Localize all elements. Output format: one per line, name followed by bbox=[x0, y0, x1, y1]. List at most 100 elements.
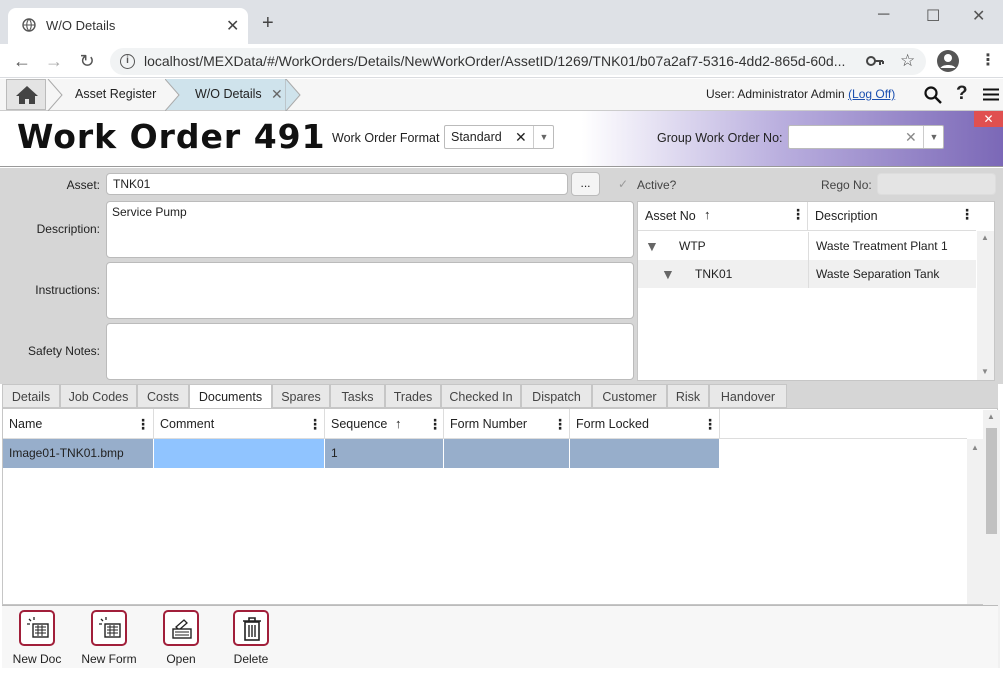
instructions-field[interactable] bbox=[106, 262, 634, 319]
table-row[interactable]: Image01-TNK01.bmp 1 bbox=[3, 439, 720, 468]
column-header-label: Sequence bbox=[331, 417, 388, 431]
cell-form-locked[interactable] bbox=[570, 439, 720, 468]
active-checkbox[interactable]: ✓ bbox=[618, 177, 628, 191]
new-form-button[interactable]: New Form bbox=[79, 610, 139, 666]
tree-scrollbar[interactable]: ▲ ▼ bbox=[977, 231, 994, 380]
browser-menu-icon[interactable]: ⋮ bbox=[980, 50, 996, 70]
search-icon[interactable] bbox=[924, 86, 942, 104]
delete-label: Delete bbox=[233, 652, 269, 666]
column-header-description[interactable]: Description ⋮ bbox=[808, 202, 976, 231]
column-header-form-locked[interactable]: Form Locked ⋮ bbox=[570, 409, 720, 439]
profile-icon[interactable] bbox=[936, 49, 960, 73]
forward-icon[interactable]: → bbox=[43, 50, 65, 72]
browse-asset-button[interactable]: ... bbox=[571, 172, 600, 196]
sort-ascending-icon[interactable]: ↑ bbox=[395, 409, 402, 439]
grid-scrollbar[interactable]: ▲ bbox=[967, 439, 984, 604]
browser-tab-strip: W/O Details ✕ + ─ ☐ ✕ bbox=[0, 0, 1003, 44]
key-icon[interactable] bbox=[866, 54, 884, 68]
column-header-sequence[interactable]: Sequence ↑ ⋮ bbox=[325, 409, 444, 439]
tab-documents[interactable]: Documents bbox=[189, 384, 272, 408]
tab-job-codes[interactable]: Job Codes bbox=[60, 384, 137, 408]
safety-notes-field[interactable] bbox=[106, 323, 634, 380]
tab-dispatch[interactable]: Dispatch bbox=[521, 384, 592, 408]
rego-field[interactable] bbox=[877, 173, 996, 195]
cell-name[interactable]: Image01-TNK01.bmp bbox=[3, 439, 154, 468]
description-field[interactable]: Service Pump bbox=[106, 201, 634, 258]
cell-comment[interactable] bbox=[154, 439, 325, 468]
detail-tabs: Details Job Codes Costs Documents Spares… bbox=[2, 384, 998, 408]
tree-row[interactable]: ▼ WTP Waste Treatment Plant 1 bbox=[638, 232, 976, 260]
url-text[interactable]: localhost/MEXData/#/WorkOrders/Details/N… bbox=[144, 53, 845, 69]
scroll-up-icon[interactable]: ▲ bbox=[971, 443, 979, 452]
star-icon[interactable]: ☆ bbox=[900, 51, 915, 71]
new-tab-icon[interactable]: + bbox=[262, 13, 274, 33]
tab-handover[interactable]: Handover bbox=[709, 384, 787, 408]
close-tab-icon[interactable]: ✕ bbox=[226, 16, 239, 36]
description-value: Service Pump bbox=[112, 205, 187, 219]
scroll-up-icon[interactable]: ▲ bbox=[987, 412, 995, 421]
breadcrumb-asset-register[interactable]: Asset Register bbox=[57, 79, 169, 110]
logout-link[interactable]: (Log Off) bbox=[848, 87, 895, 101]
column-header-comment[interactable]: Comment ⋮ bbox=[154, 409, 325, 439]
tab-costs[interactable]: Costs bbox=[137, 384, 189, 408]
column-menu-icon[interactable]: ⋮ bbox=[791, 206, 805, 223]
tab-spares[interactable]: Spares bbox=[272, 384, 330, 408]
breadcrumb-wo-details[interactable]: W/O Details ✕ bbox=[165, 79, 285, 110]
active-label: Active? bbox=[637, 178, 677, 192]
info-icon[interactable]: i bbox=[120, 54, 135, 69]
column-menu-icon[interactable]: ⋮ bbox=[308, 409, 322, 439]
tab-checked-in[interactable]: Checked In bbox=[441, 384, 521, 408]
scroll-thumb[interactable] bbox=[986, 428, 997, 534]
tree-asset-no: TNK01 bbox=[695, 267, 733, 281]
chevron-down-icon[interactable]: ▼ bbox=[923, 126, 944, 148]
help-icon[interactable]: ? bbox=[956, 83, 968, 105]
tab-trades[interactable]: Trades bbox=[385, 384, 441, 408]
home-button[interactable] bbox=[6, 79, 46, 110]
expand-triangle-icon[interactable]: ▼ bbox=[645, 238, 659, 254]
hamburger-menu-icon[interactable] bbox=[983, 88, 999, 101]
crumb-separator bbox=[165, 79, 180, 111]
group-wo-select[interactable]: ✕ ▼ bbox=[788, 125, 944, 149]
back-icon[interactable]: ← bbox=[11, 50, 33, 72]
column-menu-icon[interactable]: ⋮ bbox=[960, 206, 974, 223]
user-info: User: Administrator Admin (Log Off) bbox=[706, 87, 895, 101]
omnibox[interactable]: i localhost/MEXData/#/WorkOrders/Details… bbox=[110, 48, 926, 75]
tab-risk[interactable]: Risk bbox=[667, 384, 709, 408]
scroll-up-icon[interactable]: ▲ bbox=[981, 233, 989, 242]
cell-sequence[interactable]: 1 bbox=[325, 439, 444, 468]
tab-customer[interactable]: Customer bbox=[592, 384, 667, 408]
expand-triangle-icon[interactable]: ▼ bbox=[661, 266, 675, 282]
close-panel-icon[interactable]: ✕ bbox=[974, 111, 1003, 127]
tree-row[interactable]: ▼ TNK01 Waste Separation Tank bbox=[638, 260, 976, 288]
new-doc-button[interactable]: New Doc bbox=[7, 610, 67, 666]
column-menu-icon[interactable]: ⋮ bbox=[428, 409, 442, 439]
asset-field[interactable]: TNK01 bbox=[106, 173, 568, 195]
open-button[interactable]: Open bbox=[151, 610, 211, 666]
group-wo-label: Group Work Order No: bbox=[657, 131, 783, 145]
clear-icon[interactable]: ✕ bbox=[905, 129, 917, 146]
cell-form-number[interactable] bbox=[444, 439, 570, 468]
column-header-asset-no[interactable]: Asset No ↑ ⋮ bbox=[638, 202, 808, 231]
tab-tasks[interactable]: Tasks bbox=[330, 384, 385, 408]
column-menu-icon[interactable]: ⋮ bbox=[136, 409, 150, 439]
delete-button[interactable]: Delete bbox=[221, 610, 281, 666]
browser-tab[interactable]: W/O Details ✕ bbox=[8, 8, 248, 44]
sort-ascending-icon[interactable]: ↑ bbox=[704, 207, 711, 222]
reload-icon[interactable]: ↻ bbox=[76, 50, 98, 72]
breadcrumb-label: W/O Details bbox=[195, 87, 262, 101]
column-menu-icon[interactable]: ⋮ bbox=[703, 409, 717, 439]
scroll-down-icon[interactable]: ▼ bbox=[981, 367, 989, 376]
clear-icon[interactable]: ✕ bbox=[515, 129, 527, 146]
format-select[interactable]: Standard ✕ ▼ bbox=[444, 125, 554, 149]
column-menu-icon[interactable]: ⋮ bbox=[553, 409, 567, 439]
work-order-header: Work Order 491 Work Order Format Standar… bbox=[0, 111, 1003, 167]
maximize-icon[interactable]: ☐ bbox=[926, 6, 940, 26]
close-crumb-icon[interactable]: ✕ bbox=[271, 86, 283, 103]
column-header-name[interactable]: Name ⋮ bbox=[3, 409, 154, 439]
chevron-down-icon[interactable]: ▼ bbox=[533, 126, 554, 148]
open-label: Open bbox=[166, 652, 196, 666]
tab-details[interactable]: Details bbox=[2, 384, 60, 408]
column-header-form-number[interactable]: Form Number ⋮ bbox=[444, 409, 570, 439]
window-close-icon[interactable]: ✕ bbox=[972, 6, 985, 26]
minimize-icon[interactable]: ─ bbox=[878, 6, 889, 24]
